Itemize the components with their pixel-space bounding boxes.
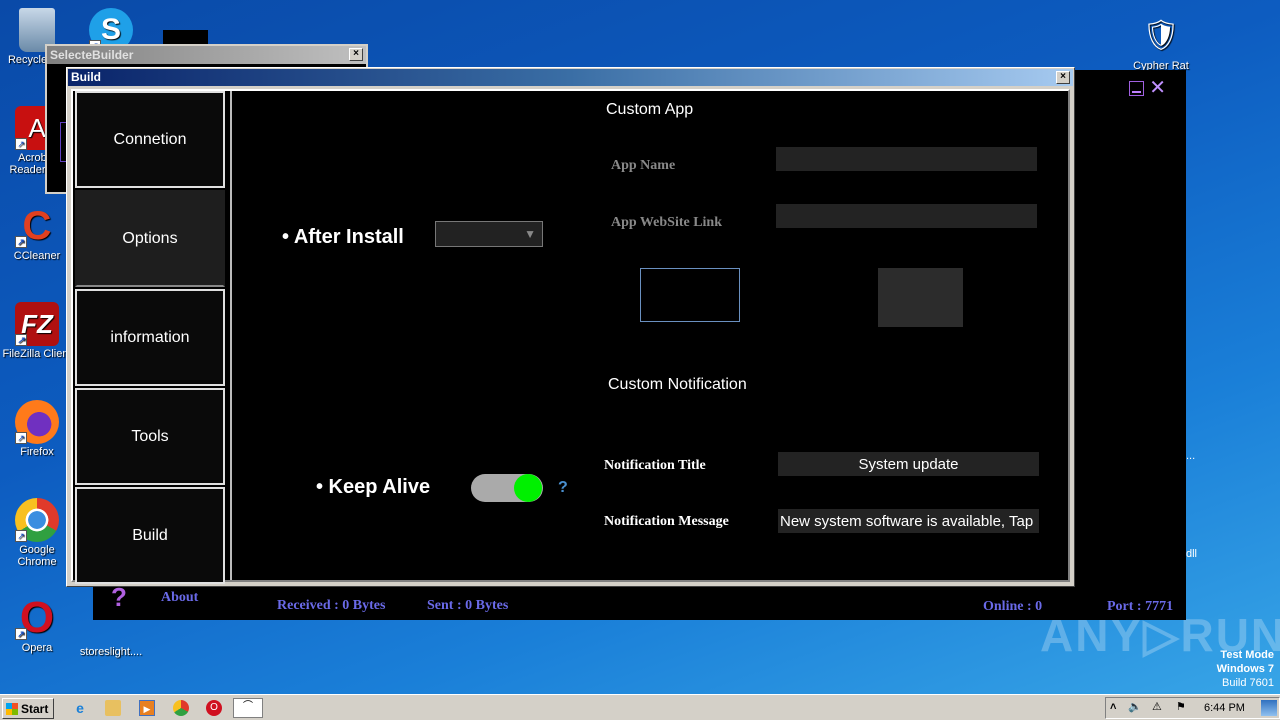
dropdown-arrow-icon: ▼ [524,227,536,241]
clock[interactable]: 6:44 PM [1204,702,1245,714]
keep-alive-toggle[interactable] [471,474,543,502]
online-status: Online : 0 [983,599,1043,614]
chrome-icon: ↗ [15,498,59,542]
close-button[interactable]: × [349,48,363,61]
media-player-icon[interactable]: ▶ [139,700,155,716]
running-app-button[interactable]: ⌒ [233,698,263,718]
nav-build[interactable]: Build [75,487,225,584]
filezilla-icon: FZ ↗ [15,302,59,346]
selecte-builder-titlebar[interactable]: SelecteBuilder × [47,46,366,64]
nav-tools[interactable]: Tools [75,388,225,485]
desktop-partial-label: dll [1186,548,1198,560]
about-link[interactable]: About [161,590,198,606]
explorer-icon[interactable] [105,700,121,716]
taskbar: Start e ▶ O ⌒ ˄ 🔈 ⚠ ⚑ 6:44 PM [0,694,1280,720]
window-title: SelecteBuilder [50,48,134,62]
after-install-label: • After Install [282,226,404,248]
notification-message-label: Notification Message [604,514,729,529]
flag-icon[interactable]: ⚑ [1176,700,1186,713]
chevron-up-icon[interactable]: ˄ [1110,701,1116,713]
cypher-rat-icon: 🛡 [1141,19,1181,52]
desktop-icon-storeslight[interactable]: storeslight.... [74,646,148,658]
nav-options[interactable]: Options [75,190,225,287]
system-tray: ˄ 🔈 ⚠ ⚑ 6:44 PM [1105,697,1280,719]
custom-app-title: Custom App [606,101,694,118]
app-link-label: App WebSite Link [611,215,723,230]
close-button[interactable]: × [1056,71,1070,84]
nav-connection[interactable]: Connetion [75,91,225,188]
desktop-icon-chrome[interactable]: ↗ Google Chrome [0,498,74,568]
app-icon-picker[interactable] [640,268,740,322]
build-window: Build × Connetion Options information To… [66,67,1075,587]
speaker-icon[interactable]: 🔈 [1128,700,1142,713]
app-name-input[interactable] [776,147,1037,171]
custom-notification-title: Custom Notification [608,376,747,393]
ie-icon[interactable]: e [72,700,88,716]
help-icon[interactable]: ? [558,479,568,497]
after-install-dropdown[interactable]: ▼ [435,221,543,247]
network-warning-icon[interactable]: ⚠ [1152,700,1162,713]
options-panel: • After Install ▼ • Keep Alive ? Custom … [230,91,1068,580]
show-desktop-button[interactable] [1261,700,1277,716]
opera-icon: O ↗ [15,596,59,640]
opera-icon[interactable]: O [206,700,222,716]
minimize-button[interactable] [1129,81,1144,96]
sent-status: Sent : 0 Bytes [427,598,509,613]
app-icon-preview[interactable] [878,268,963,327]
os-info: Test Mode Windows 7 Build 7601 [1216,649,1274,689]
toggle-knob [514,474,542,502]
build-client-area: Connetion Options information Tools Buil… [71,89,1070,584]
keep-alive-label: • Keep Alive [316,476,431,498]
black-desktop-icon [163,30,208,44]
sidebar-nav: Connetion Options information Tools Buil… [75,91,227,586]
notification-title-label: Notification Title [604,458,706,473]
nav-information[interactable]: information [75,289,225,386]
chrome-icon[interactable] [173,700,189,716]
desktop-icon-ccleaner[interactable]: C ↗ CCleaner [0,204,74,262]
desktop-icon-cypher-rat[interactable]: 🛡 Cypher Rat [1124,14,1198,72]
firefox-icon: ↗ [15,400,59,444]
app-link-input[interactable] [776,204,1037,228]
notification-message-input[interactable] [778,509,1039,533]
close-button[interactable]: ✕ [1149,78,1166,98]
desktop-icon-opera[interactable]: O ↗ Opera [0,596,74,654]
start-button[interactable]: Start [2,698,54,719]
build-titlebar[interactable]: Build × [68,69,1073,86]
app-name-label: App Name [611,158,676,173]
ccleaner-icon: C ↗ [15,204,59,248]
desktop-icon-filezilla[interactable]: FZ ↗ FileZilla Client [0,302,74,360]
window-title: Build [71,70,101,84]
desktop-partial-label: ... [1186,450,1196,462]
port-status: Port : 7771 [1107,599,1174,614]
desktop-icon-firefox[interactable]: ↗ Firefox [0,400,74,458]
received-status: Received : 0 Bytes [277,598,386,613]
notification-title-input[interactable] [778,452,1039,476]
